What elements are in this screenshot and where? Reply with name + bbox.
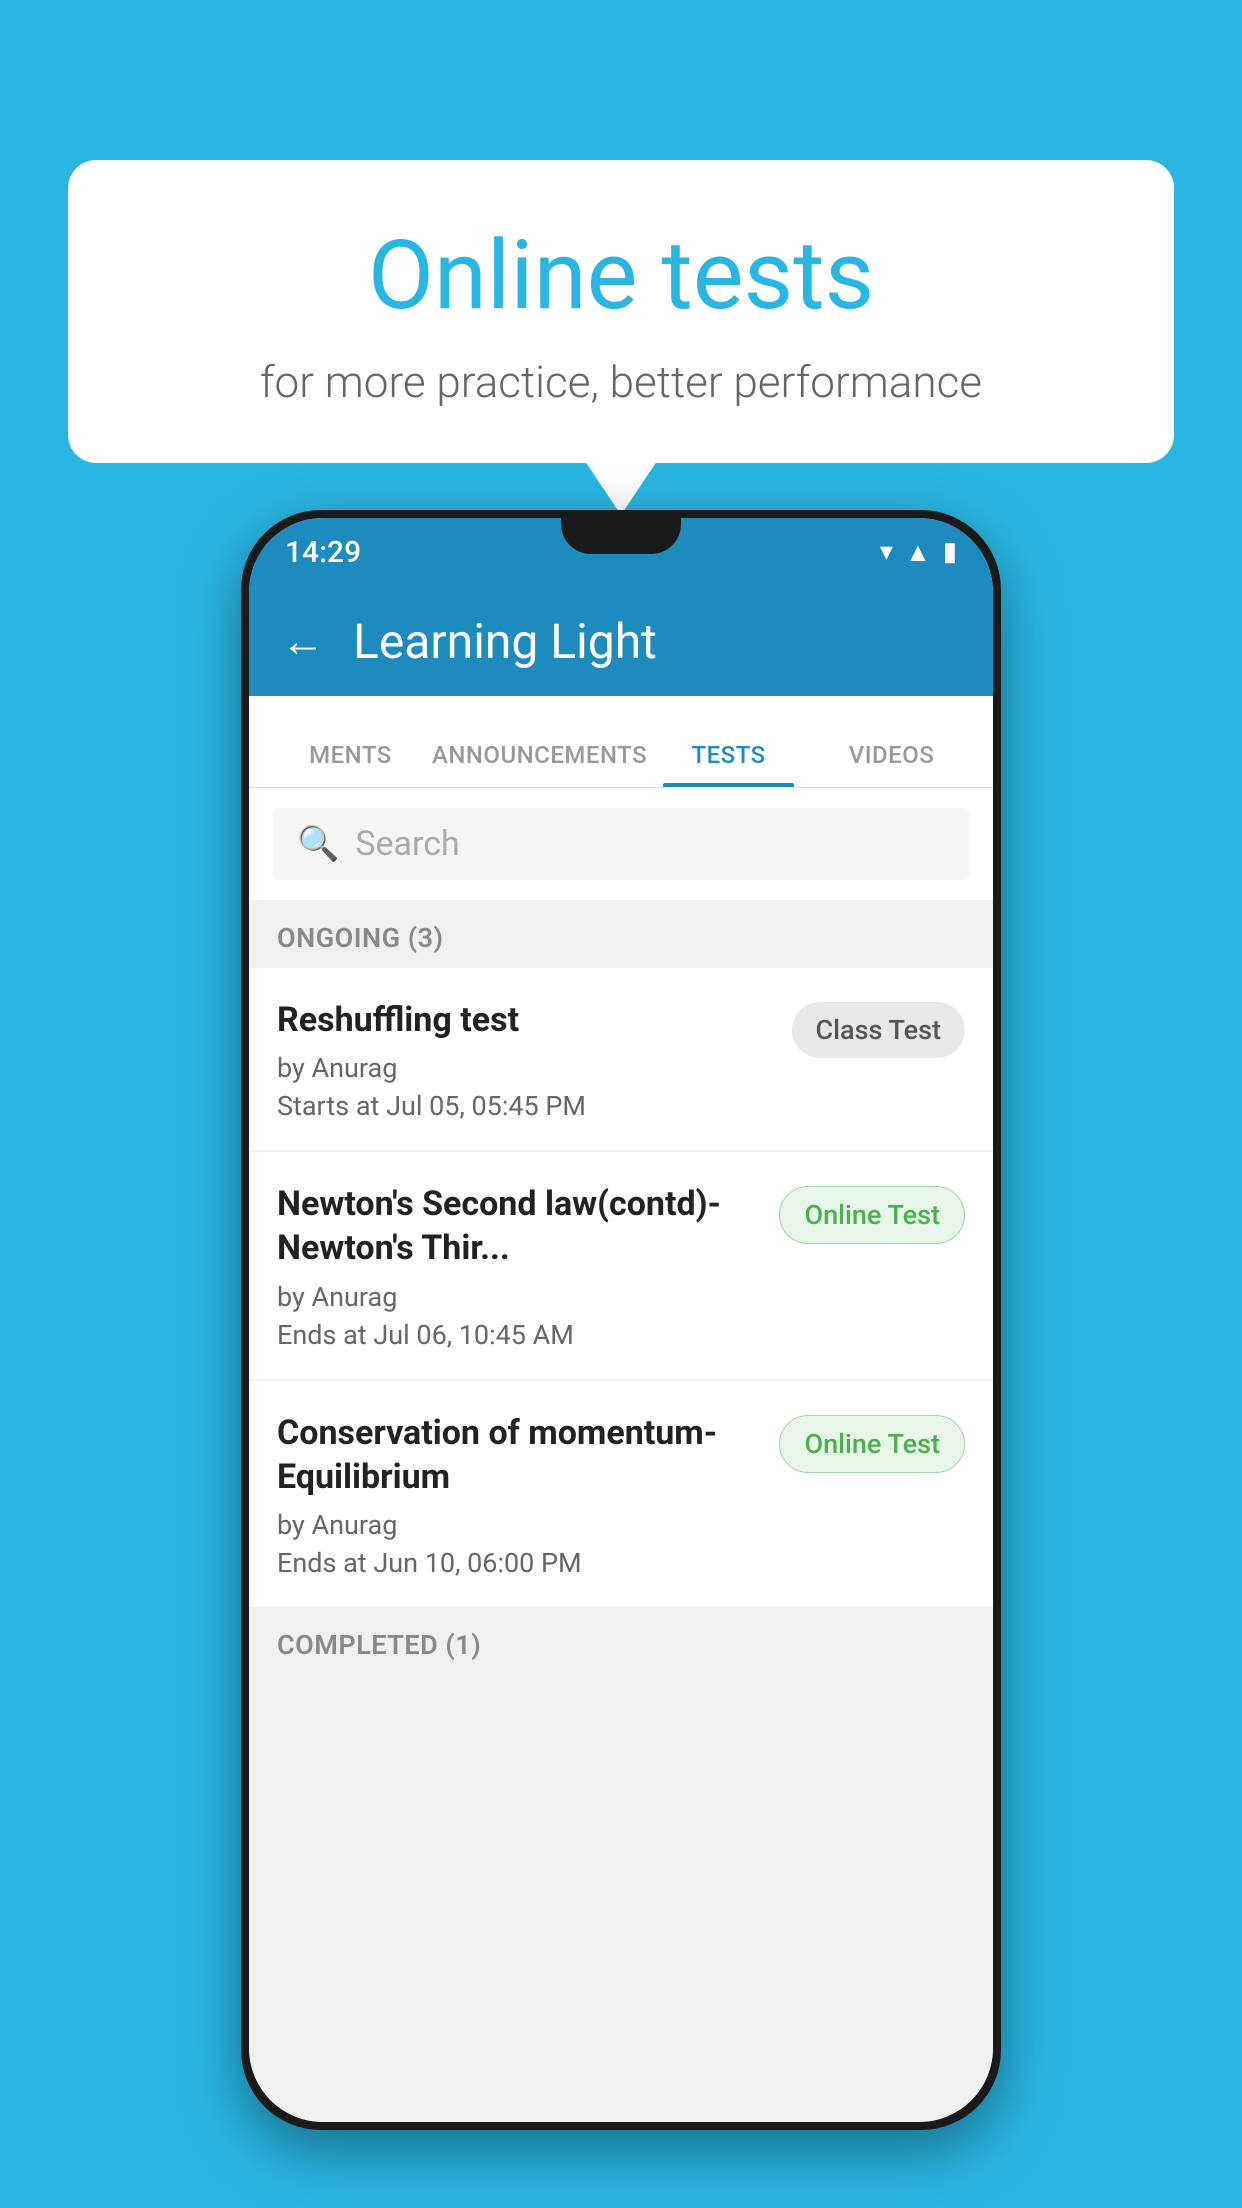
completed-title: COMPLETED (1) [277, 1629, 481, 1661]
badge-class-test-1: Class Test [792, 1002, 966, 1058]
tab-ments[interactable]: MENTS [269, 741, 432, 787]
search-input[interactable]: Search [355, 824, 459, 864]
time-value-2: Jul 06, 10:45 AM [373, 1319, 574, 1351]
test-name-3: Conservation of momentum-Equilibrium [277, 1411, 763, 1499]
time-value-3: Jun 10, 06:00 PM [373, 1547, 581, 1579]
test-time-2: Ends at Jul 06, 10:45 AM [277, 1319, 763, 1351]
test-name-2: Newton's Second law(contd)-Newton's Thir… [277, 1182, 763, 1270]
time-label-2: Ends at [277, 1319, 367, 1351]
search-bar[interactable]: 🔍 Search [273, 808, 969, 880]
bubble-title: Online tests [118, 220, 1124, 332]
tab-tests[interactable]: TESTS [647, 741, 810, 787]
test-info-1: Reshuffling test by Anurag Starts at Jul… [277, 998, 776, 1122]
status-icons: ▾ ▲ ▮ [880, 537, 957, 568]
wifi-icon: ▾ [880, 537, 893, 567]
test-card-newton[interactable]: Newton's Second law(contd)-Newton's Thir… [249, 1152, 993, 1378]
speech-bubble: Online tests for more practice, better p… [68, 160, 1174, 463]
battery-icon: ▮ [943, 537, 957, 567]
time-value-1: Jul 05, 05:45 PM [386, 1090, 586, 1122]
content-area: 🔍 Search ONGOING (3) Reshuffling test by… [249, 788, 993, 2122]
test-card-reshuffling[interactable]: Reshuffling test by Anurag Starts at Jul… [249, 968, 993, 1150]
test-author-3: by Anurag [277, 1509, 763, 1541]
test-name-1: Reshuffling test [277, 998, 776, 1042]
tab-videos[interactable]: VIDEOS [810, 741, 973, 787]
badge-online-test-3: Online Test [779, 1415, 965, 1473]
test-time-1: Starts at Jul 05, 05:45 PM [277, 1090, 776, 1122]
test-author-1: by Anurag [277, 1052, 776, 1084]
status-bar: 14:29 ▾ ▲ ▮ [249, 518, 993, 586]
notch [561, 518, 681, 554]
ongoing-title: ONGOING (3) [277, 922, 444, 954]
bubble-subtitle: for more practice, better performance [118, 356, 1124, 408]
time-label-3: Ends at [277, 1547, 367, 1579]
back-button[interactable]: ← [281, 615, 325, 667]
tabs-bar: MENTS ANNOUNCEMENTS TESTS VIDEOS [249, 696, 993, 788]
background: Online tests for more practice, better p… [0, 0, 1242, 2208]
app-bar-title: Learning Light [353, 613, 657, 670]
badge-online-test-2: Online Test [779, 1186, 965, 1244]
tab-announcements[interactable]: ANNOUNCEMENTS [432, 741, 647, 787]
search-container: 🔍 Search [249, 788, 993, 900]
app-bar: ← Learning Light [249, 586, 993, 696]
ongoing-section-header: ONGOING (3) [249, 902, 993, 968]
phone-frame: 14:29 ▾ ▲ ▮ ← Learning Light MENTS ANNOU… [241, 510, 1001, 2130]
status-time: 14:29 [285, 535, 361, 570]
time-label-1: Starts at [277, 1090, 379, 1122]
search-icon: 🔍 [297, 824, 339, 864]
test-info-3: Conservation of momentum-Equilibrium by … [277, 1411, 763, 1579]
test-time-3: Ends at Jun 10, 06:00 PM [277, 1547, 763, 1579]
test-info-2: Newton's Second law(contd)-Newton's Thir… [277, 1182, 763, 1350]
signal-icon: ▲ [905, 537, 931, 568]
completed-section-header: COMPLETED (1) [249, 1609, 993, 1675]
test-author-2: by Anurag [277, 1281, 763, 1313]
phone-screen: 14:29 ▾ ▲ ▮ ← Learning Light MENTS ANNOU… [249, 518, 993, 2122]
test-card-conservation[interactable]: Conservation of momentum-Equilibrium by … [249, 1381, 993, 1607]
